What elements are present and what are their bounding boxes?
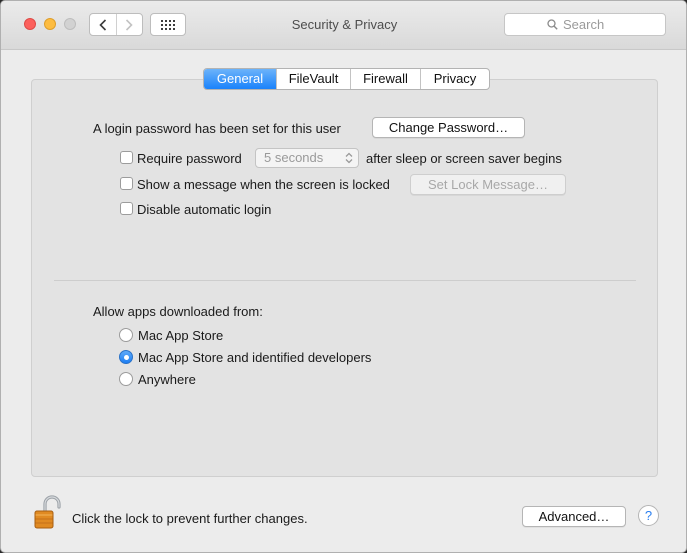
help-button[interactable]: ? bbox=[638, 505, 659, 526]
tab-bar: General FileVault Firewall Privacy bbox=[203, 68, 490, 90]
general-panel bbox=[31, 79, 658, 477]
radio-mac-app-store-identified-developers[interactable] bbox=[119, 350, 133, 364]
require-password-delay-value: 5 seconds bbox=[264, 150, 324, 165]
tab-firewall[interactable]: Firewall bbox=[350, 69, 420, 89]
search-field[interactable] bbox=[504, 13, 666, 36]
radio-mac-app-store-label: Mac App Store bbox=[138, 328, 224, 343]
magnifier-icon bbox=[547, 19, 558, 30]
require-password-checkbox[interactable] bbox=[120, 151, 133, 164]
disable-automatic-login-checkbox[interactable] bbox=[120, 202, 133, 215]
up-down-arrows-icon bbox=[345, 152, 353, 164]
show-message-label: Show a message when the screen is locked bbox=[137, 177, 390, 192]
advanced-button[interactable]: Advanced… bbox=[522, 506, 626, 527]
disable-automatic-login-label: Disable automatic login bbox=[137, 202, 272, 217]
require-password-suffix-label: after sleep or screen saver begins bbox=[366, 151, 562, 166]
radio-anywhere[interactable] bbox=[119, 372, 133, 386]
lock-status-text: Click the lock to prevent further change… bbox=[72, 511, 308, 526]
title-bar: Security & Privacy bbox=[1, 1, 686, 50]
require-password-delay-popup[interactable]: 5 seconds bbox=[255, 148, 359, 168]
section-divider bbox=[54, 280, 636, 281]
change-password-button[interactable]: Change Password… bbox=[372, 117, 525, 138]
tab-general[interactable]: General bbox=[204, 69, 276, 89]
tab-filevault[interactable]: FileVault bbox=[276, 69, 350, 89]
open-padlock-icon[interactable] bbox=[31, 494, 65, 530]
login-password-status-label: A login password has been set for this u… bbox=[93, 121, 341, 136]
search-input[interactable] bbox=[563, 17, 623, 32]
set-lock-message-button[interactable]: Set Lock Message… bbox=[410, 174, 566, 195]
show-message-checkbox[interactable] bbox=[120, 177, 133, 190]
radio-mac-app-store[interactable] bbox=[119, 328, 133, 342]
require-password-label: Require password bbox=[137, 151, 242, 166]
radio-mac-app-store-identified-developers-label: Mac App Store and identified developers bbox=[138, 350, 372, 365]
radio-anywhere-label: Anywhere bbox=[138, 372, 196, 387]
security-privacy-window: Security & Privacy General FileVault Fir… bbox=[0, 0, 687, 553]
allow-apps-label: Allow apps downloaded from: bbox=[93, 304, 263, 319]
tab-privacy[interactable]: Privacy bbox=[420, 69, 489, 89]
